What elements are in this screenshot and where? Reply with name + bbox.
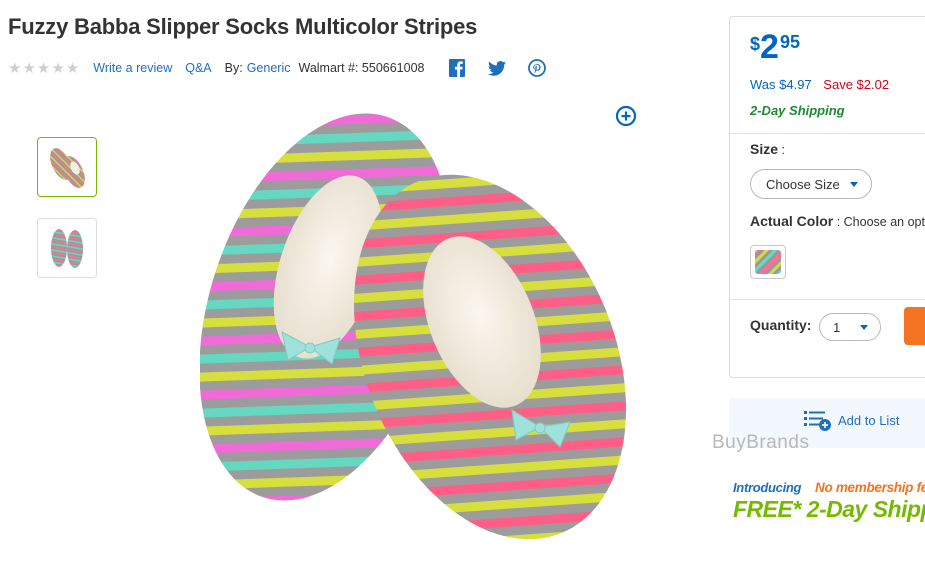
quantity-value: 1 <box>833 319 841 335</box>
was-price: Was $4.97 <box>750 77 812 92</box>
walmart-number: Walmart #: 550661008 <box>298 61 425 75</box>
buy-box: $ 2 95 Was $4.97 Save $2.02 2-Day Shippi… <box>729 16 925 378</box>
shipping-badge: 2-Day Shipping <box>750 103 845 118</box>
chevron-down-icon <box>850 182 858 187</box>
color-swatch[interactable] <box>750 245 786 279</box>
pinterest-icon[interactable] <box>527 58 547 78</box>
qa-link[interactable]: Q&A <box>185 61 211 75</box>
star-icon: ★ <box>8 59 22 77</box>
size-label-text: Size <box>750 141 779 157</box>
promo-free-shipping[interactable]: FREE* 2-Day Shipping <box>733 496 925 523</box>
add-to-list-label: Add to List <box>838 412 900 428</box>
facebook-icon[interactable] <box>447 58 467 78</box>
promo-introducing: Introducing <box>733 480 802 495</box>
size-select[interactable]: Choose Size <box>750 169 872 199</box>
size-label: Size : <box>750 141 785 157</box>
brand-link[interactable]: Generic <box>247 61 291 75</box>
product-main-image <box>199 92 660 557</box>
add-to-cart-button[interactable] <box>904 307 925 345</box>
write-review-link[interactable]: Write a review <box>93 61 172 75</box>
quantity-label: Quantity: <box>750 317 812 333</box>
thumbnail-2[interactable] <box>37 218 97 278</box>
star-icon: ★ <box>36 59 51 77</box>
chevron-down-icon <box>860 325 868 330</box>
product-meta-row: ★ ★ ★ ★ ★ Write a review Q&A By: Generic… <box>8 58 567 78</box>
slipper-thumbnail-image <box>50 148 85 188</box>
star-icon: ★ <box>65 59 80 77</box>
multicolor-swatch-image <box>755 250 781 274</box>
product-title: Fuzzy Babba Slipper Socks Multicolor Str… <box>8 14 478 39</box>
color-label-text: Actual Color <box>750 213 834 229</box>
divider <box>730 299 925 300</box>
add-to-list-button[interactable]: Add to List <box>802 408 899 432</box>
add-to-list-icon <box>804 411 831 431</box>
price-currency: $ <box>750 34 761 54</box>
twitter-icon[interactable] <box>487 58 507 78</box>
price-whole: 2 <box>760 28 779 66</box>
rating-stars[interactable]: ★ ★ ★ ★ ★ <box>8 61 79 76</box>
price: $ 2 95 <box>750 29 800 65</box>
by-label: By: <box>224 61 243 75</box>
price-cents: 95 <box>779 32 800 52</box>
thumbnail-1[interactable] <box>37 137 97 197</box>
promo-no-membership: No membership fee <box>815 480 925 495</box>
slipper-thumbnail-image <box>51 229 83 268</box>
size-label-colon: : <box>778 143 785 157</box>
color-prompt: : Choose an opt <box>833 215 925 229</box>
price-comparison: Was $4.97 Save $2.02 <box>750 77 889 92</box>
size-select-value: Choose Size <box>766 176 840 192</box>
quantity-select[interactable]: 1 <box>819 313 881 341</box>
savings: Save $2.02 <box>823 77 890 92</box>
color-label: Actual Color : Choose an opt <box>750 213 925 229</box>
watermark: BuyBrands <box>712 432 810 453</box>
star-icon: ★ <box>51 59 65 77</box>
star-icon: ★ <box>22 59 36 77</box>
divider <box>730 133 925 134</box>
